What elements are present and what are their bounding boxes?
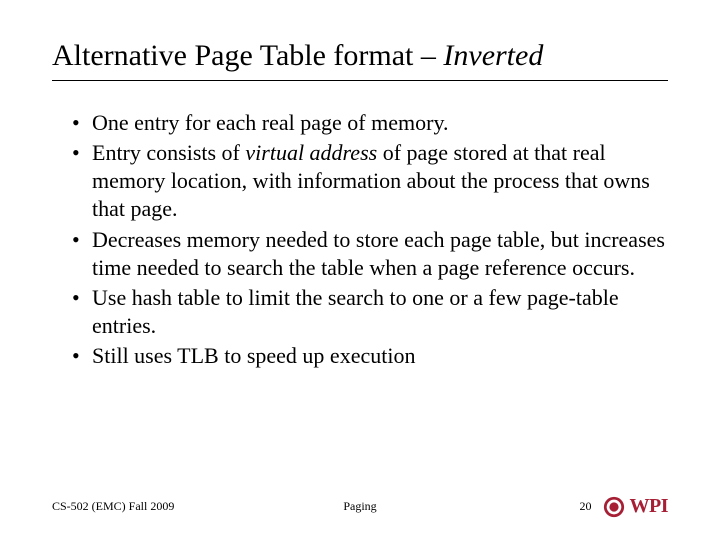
footer-center: Paging <box>257 499 462 514</box>
list-item: Still uses TLB to speed up execution <box>72 342 668 370</box>
bullet-text: Use hash table to limit the search to on… <box>92 285 619 338</box>
footer-right: 20 WPI <box>463 495 668 518</box>
list-item: One entry for each real page of memory. <box>72 109 668 137</box>
bullet-text: Entry consists of <box>92 140 245 165</box>
list-item: Entry consists of virtual address of pag… <box>72 139 668 223</box>
list-item: Use hash table to limit the search to on… <box>72 284 668 340</box>
footer-left: CS-502 (EMC) Fall 2009 <box>52 499 257 514</box>
wpi-logo: WPI <box>603 495 668 518</box>
title-prefix: Alternative Page Table format – <box>52 39 443 72</box>
bullet-text: Decreases memory needed to store each pa… <box>92 227 665 280</box>
slide-title: Alternative Page Table format – Inverted <box>52 38 668 81</box>
title-emphasis: Inverted <box>443 39 543 72</box>
page-number: 20 <box>579 499 591 514</box>
footer: CS-502 (EMC) Fall 2009 Paging 20 WPI <box>52 495 668 518</box>
bullet-list: One entry for each real page of memory. … <box>52 109 668 370</box>
slide: Alternative Page Table format – Inverted… <box>0 0 720 540</box>
bullet-text: One entry for each real page of memory. <box>92 110 449 135</box>
seal-icon <box>603 496 625 518</box>
logo-text: WPI <box>629 495 668 518</box>
bullet-text: Still uses TLB to speed up execution <box>92 343 415 368</box>
bullet-em: virtual address <box>245 140 377 165</box>
list-item: Decreases memory needed to store each pa… <box>72 226 668 282</box>
